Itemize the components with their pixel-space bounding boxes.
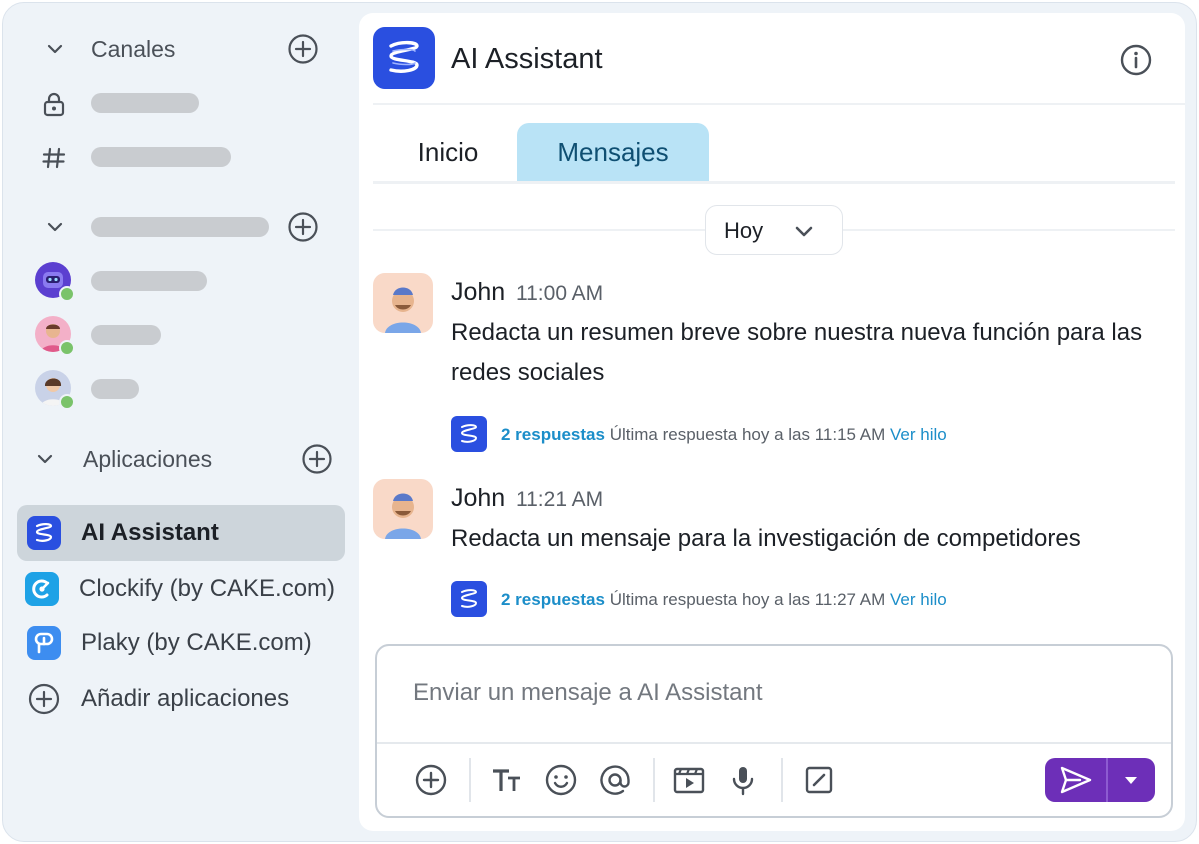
- message-input[interactable]: [413, 678, 1113, 708]
- sidebar-item-label: Plaky (by CAKE.com): [81, 629, 312, 656]
- sidebar-item-ai-assistant[interactable]: AI Assistant: [17, 505, 345, 561]
- dm-item-placeholder[interactable]: [91, 379, 139, 399]
- mention-icon[interactable]: [597, 762, 633, 798]
- add-circle-icon: [27, 682, 61, 716]
- avatar[interactable]: [373, 479, 433, 539]
- avatar[interactable]: [35, 316, 75, 356]
- section-apps-header[interactable]: Aplicaciones: [3, 439, 359, 479]
- hash-icon: [41, 145, 67, 171]
- thread-summary[interactable]: 2 respuestas Última respuesta hoy a las …: [501, 424, 947, 446]
- ai-assistant-logo-icon: [373, 27, 435, 89]
- ai-assistant-logo-icon: [451, 581, 487, 617]
- header-divider: [373, 103, 1185, 105]
- online-status-icon: [59, 340, 75, 356]
- thread-last-reply: Última respuesta hoy a las 11:27 AM: [609, 590, 886, 609]
- tab-mensajes[interactable]: Mensajes: [517, 123, 709, 181]
- avatar[interactable]: [35, 370, 75, 410]
- tab-inicio[interactable]: Inicio: [393, 123, 503, 181]
- thread-reply-count[interactable]: 2 respuestas: [501, 425, 605, 444]
- microphone-icon[interactable]: [725, 762, 761, 798]
- toolbar-separator: [781, 758, 783, 802]
- section-channels-label: Canales: [91, 36, 176, 62]
- add-app-icon[interactable]: [301, 443, 333, 475]
- message-timestamp: 11:21 AM: [516, 488, 604, 511]
- add-dm-icon[interactable]: [287, 211, 319, 243]
- sidebar-item-plaky[interactable]: Plaky (by CAKE.com): [17, 615, 345, 671]
- section-channels-header[interactable]: Canales: [3, 29, 359, 69]
- send-options-chevron-icon[interactable]: [1121, 770, 1141, 795]
- view-thread-link[interactable]: Ver hilo: [890, 425, 947, 444]
- section-dm-label-placeholder: [91, 217, 269, 237]
- message-author[interactable]: John: [451, 483, 505, 513]
- chevron-down-icon[interactable]: [33, 447, 57, 471]
- thread-reply-count[interactable]: 2 respuestas: [501, 590, 605, 609]
- chevron-down-icon: [792, 219, 816, 243]
- main-panel: AI Assistant Inicio Mensajes Hoy John 11…: [359, 13, 1185, 831]
- chevron-down-icon[interactable]: [43, 215, 67, 239]
- date-divider-button[interactable]: Hoy: [705, 205, 843, 255]
- avatar[interactable]: [373, 273, 433, 333]
- lock-icon: [41, 91, 67, 117]
- online-status-icon: [59, 394, 75, 410]
- channel-item-placeholder[interactable]: [91, 93, 199, 113]
- dm-item-placeholder[interactable]: [91, 325, 161, 345]
- sidebar-item-add-apps[interactable]: Añadir aplicaciones: [17, 671, 345, 727]
- emoji-icon[interactable]: [543, 762, 579, 798]
- section-dm-header[interactable]: [3, 207, 359, 247]
- send-button-divider: [1106, 758, 1108, 802]
- toolbar-separator: [469, 758, 471, 802]
- plaky-logo-icon: [27, 626, 61, 660]
- page-title: AI Assistant: [451, 43, 603, 75]
- thread-last-reply: Última respuesta hoy a las 11:15 AM: [609, 425, 886, 444]
- online-status-icon: [59, 286, 75, 302]
- add-channel-icon[interactable]: [287, 33, 319, 65]
- thread-summary[interactable]: 2 respuestas Última respuesta hoy a las …: [501, 589, 947, 611]
- add-attachment-icon[interactable]: [413, 762, 449, 798]
- video-clip-icon[interactable]: [671, 762, 707, 798]
- tab-divider: [373, 181, 1175, 184]
- view-thread-link[interactable]: Ver hilo: [890, 590, 947, 609]
- message-text: Redacta un resumen breve sobre nuestra n…: [451, 319, 1143, 386]
- message-timestamp: 11:00 AM: [516, 282, 604, 305]
- ai-assistant-logo-icon: [451, 416, 487, 452]
- sidebar-item-label: Clockify (by CAKE.com): [79, 575, 336, 602]
- info-icon[interactable]: [1119, 43, 1153, 77]
- sidebar-item-clockify[interactable]: Clockify (by CAKE.com): [17, 561, 345, 617]
- sidebar-item-label: Añadir aplicaciones: [81, 685, 290, 712]
- message-composer: [375, 644, 1173, 818]
- toolbar-separator: [653, 758, 655, 802]
- dm-item-placeholder[interactable]: [91, 271, 207, 291]
- slash-command-icon[interactable]: [801, 762, 837, 798]
- send-icon: [1059, 765, 1093, 800]
- clockify-logo-icon: [25, 572, 59, 606]
- message-text: Redacta un mensaje para la investigación…: [451, 525, 1081, 552]
- date-divider-label: Hoy: [724, 218, 764, 243]
- message-author[interactable]: John: [451, 277, 505, 307]
- sidebar: Canales Aplicaciones AI Assistant Clocki…: [3, 3, 359, 841]
- ai-assistant-logo-icon: [27, 516, 61, 550]
- app-window: Canales Aplicaciones AI Assistant Clocki…: [2, 2, 1197, 842]
- channel-item-placeholder[interactable]: [91, 147, 231, 167]
- chevron-down-icon[interactable]: [43, 37, 67, 61]
- text-format-icon[interactable]: [489, 762, 525, 798]
- sidebar-item-label: AI Assistant: [81, 519, 219, 546]
- section-apps-label: Aplicaciones: [83, 446, 213, 472]
- avatar[interactable]: [35, 262, 75, 302]
- send-button[interactable]: [1045, 758, 1155, 802]
- composer-divider: [377, 742, 1171, 744]
